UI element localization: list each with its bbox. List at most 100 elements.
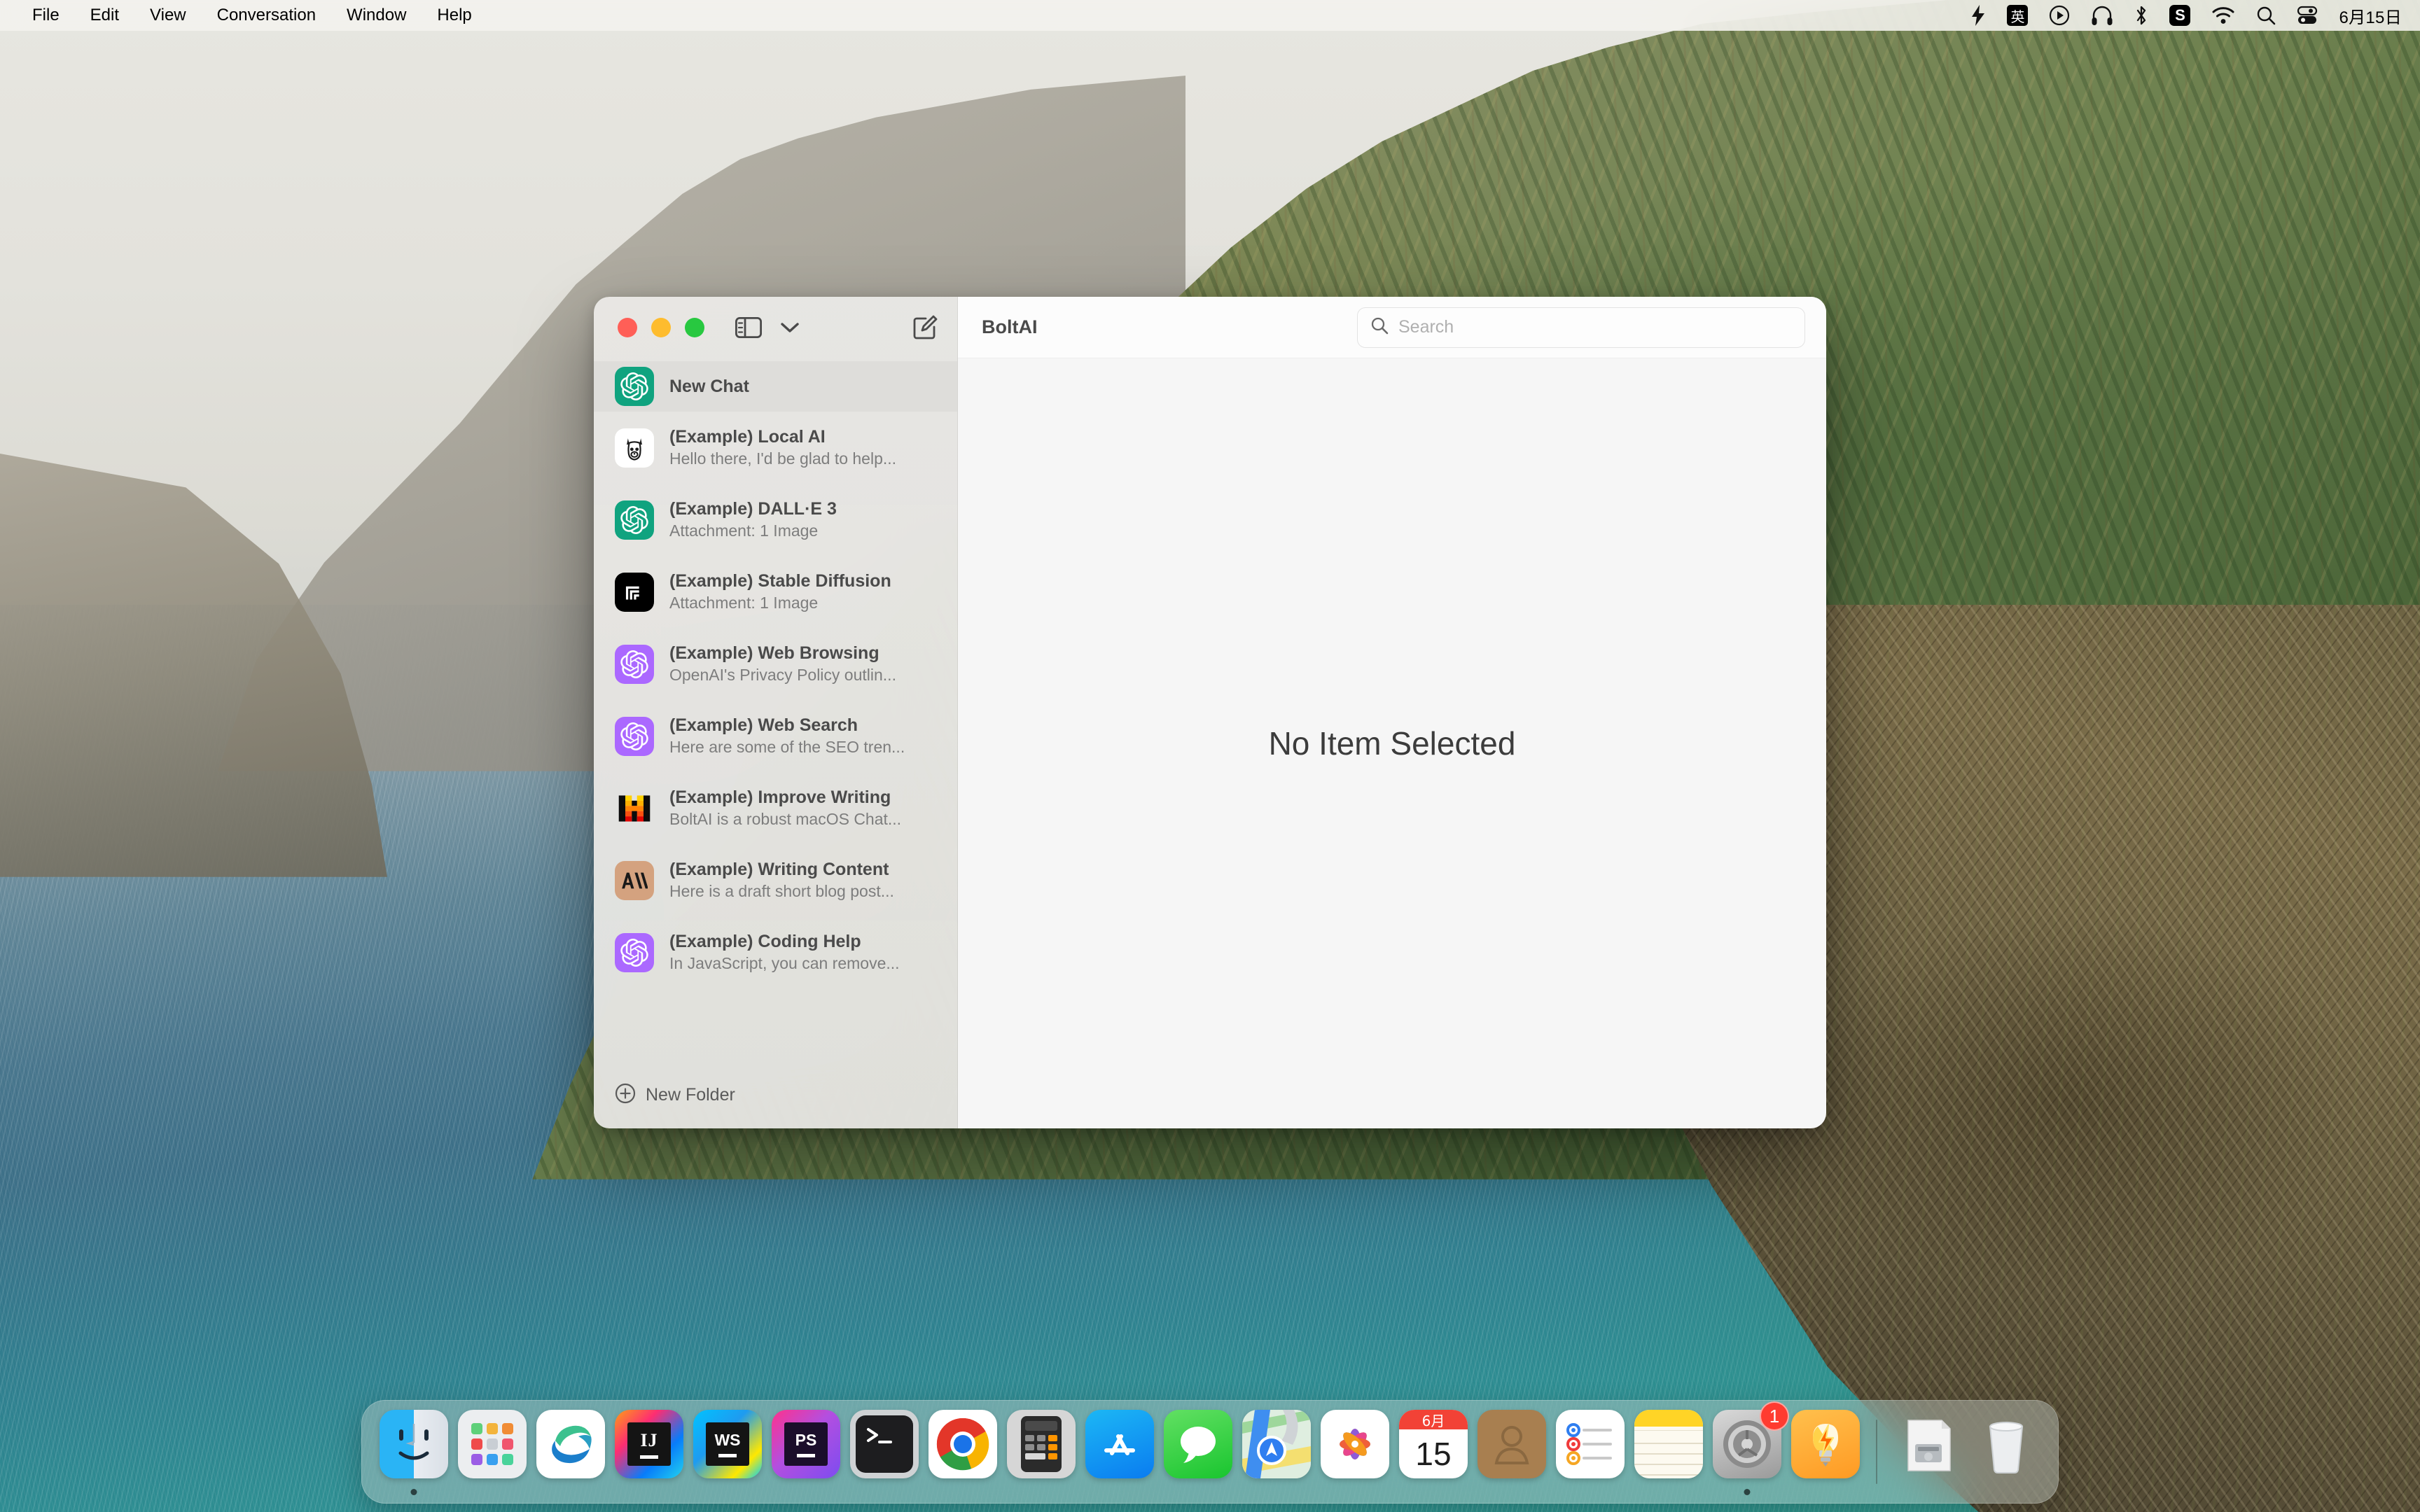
finder-icon [380, 1410, 448, 1478]
list-item[interactable]: (Example) DALL·E 3 Attachment: 1 Image [594, 484, 957, 556]
zoom-button[interactable] [685, 318, 704, 337]
dock-item-contacts[interactable] [1473, 1403, 1551, 1501]
bluetooth-icon[interactable] [2134, 5, 2148, 26]
webstorm-icon: WS [693, 1410, 762, 1478]
dock-item-chrome[interactable] [924, 1403, 1002, 1501]
list-item-subtitle: Here is a draft short blog post... [669, 882, 894, 900]
list-item-subtitle: OpenAI's Privacy Policy outlin... [669, 666, 896, 684]
dock-item-finder[interactable] [375, 1403, 453, 1501]
list-item-title: (Example) Web Browsing [669, 643, 879, 663]
dock-item-calendar[interactable]: 6月 15 [1394, 1403, 1473, 1501]
calendar-month: 6月 [1421, 1412, 1445, 1429]
dock-item-webstorm[interactable]: WS [688, 1403, 767, 1501]
list-item-title: New Chat [669, 376, 749, 396]
launchpad-icon [458, 1410, 527, 1478]
empty-state-message: No Item Selected [1268, 725, 1516, 762]
control-center-icon[interactable] [2297, 6, 2318, 25]
dock-item-downloads-stack[interactable] [1889, 1403, 1967, 1501]
dock-item-system-settings[interactable]: 1 [1708, 1401, 1789, 1501]
sidebar-toolbar [594, 297, 957, 358]
menu-window[interactable]: Window [331, 0, 422, 31]
sidebar-toggle-icon[interactable] [735, 317, 762, 338]
list-item-title: (Example) Writing Content [669, 860, 889, 879]
llama-icon [615, 428, 654, 468]
openai-icon [615, 500, 654, 540]
dock-item-launchpad[interactable] [453, 1403, 531, 1501]
page-title: BoltAI [982, 316, 1038, 337]
status-badge: 1 [1760, 1401, 1789, 1431]
dock-item-edge[interactable] [531, 1403, 610, 1501]
stability-icon [615, 572, 654, 612]
dock-item-app-store[interactable] [1080, 1403, 1159, 1501]
notes-icon [1634, 1410, 1703, 1478]
openai-icon [615, 644, 654, 684]
dock-item-terminal[interactable] [845, 1403, 924, 1501]
new-folder-button[interactable]: New Folder [594, 1061, 957, 1128]
dock-item-photos[interactable] [1316, 1403, 1394, 1501]
headphones-icon[interactable] [2091, 6, 2113, 25]
dock-item-calculator[interactable] [1002, 1403, 1080, 1501]
list-item-text: (Example) Improve Writing BoltAI is a ro… [669, 788, 901, 829]
dock-item-intellij-idea[interactable]: IJ [610, 1403, 688, 1501]
bolt-icon[interactable] [1970, 5, 1986, 26]
menu-bar-clock[interactable]: 6月15日 [2339, 4, 2402, 28]
compose-button[interactable] [912, 315, 938, 340]
list-item-title: (Example) Improve Writing [669, 788, 891, 807]
list-item-subtitle: Attachment: 1 Image [669, 594, 819, 612]
search-field[interactable]: Search [1357, 307, 1805, 348]
conversation-list: New Chat (Example) Local AI Hello there,… [594, 358, 957, 1061]
wifi-icon[interactable] [2211, 6, 2235, 24]
dock-item-maps[interactable] [1237, 1403, 1316, 1501]
menu-conversation[interactable]: Conversation [202, 0, 331, 31]
app-store-icon [1085, 1410, 1154, 1478]
dock-item-notes[interactable] [1629, 1403, 1708, 1501]
menu-edit[interactable]: Edit [75, 0, 134, 31]
content-header: BoltAI Search [958, 297, 1826, 358]
list-item[interactable]: (Example) Local AI Hello there, I'd be g… [594, 412, 957, 484]
list-item-subtitle: Here are some of the SEO tren... [669, 738, 905, 756]
list-item[interactable]: (Example) Writing Content Here is a draf… [594, 844, 957, 916]
dock-item-reminders[interactable] [1551, 1403, 1629, 1501]
reminders-icon [1556, 1410, 1625, 1478]
list-item-text: (Example) Web Browsing OpenAI's Privacy … [669, 643, 896, 685]
calendar-day: 15 [1415, 1436, 1452, 1472]
list-item-title: (Example) Local AI [669, 427, 826, 447]
menu-help[interactable]: Help [422, 0, 487, 31]
list-item-title: (Example) Stable Diffusion [669, 571, 891, 591]
chevron-down-icon[interactable] [780, 321, 800, 334]
snipaste-label: S [2169, 5, 2191, 26]
list-item[interactable]: New Chat [594, 361, 957, 412]
minimize-button[interactable] [651, 318, 671, 337]
list-item[interactable]: (Example) Improve Writing BoltAI is a ro… [594, 772, 957, 844]
boltai-icon [1791, 1410, 1860, 1478]
dock-item-phpstorm[interactable]: PS [767, 1403, 845, 1501]
list-item-subtitle: Attachment: 1 Image [669, 522, 819, 540]
close-button[interactable] [618, 318, 637, 337]
list-item-text: (Example) Writing Content Here is a draf… [669, 860, 894, 901]
snipaste-icon[interactable]: S [2169, 5, 2191, 26]
list-item-text: (Example) Stable Diffusion Attachment: 1… [669, 571, 891, 612]
list-item[interactable]: (Example) Stable Diffusion Attachment: 1… [594, 556, 957, 628]
menu-view[interactable]: View [134, 0, 202, 31]
anthropic-icon [615, 860, 654, 900]
search-icon [1370, 316, 1389, 338]
list-item[interactable]: (Example) Coding Help In JavaScript, you… [594, 916, 957, 988]
phpstorm-icon: PS [772, 1410, 840, 1478]
play-circle-icon[interactable] [2049, 5, 2070, 26]
sidebar: New Chat (Example) Local AI Hello there,… [594, 297, 958, 1128]
content-pane: BoltAI Search No Item Selected [958, 297, 1826, 1128]
photos-icon [1321, 1410, 1389, 1478]
input-method-icon[interactable]: 英 [2007, 5, 2029, 26]
menu-bar: File Edit View Conversation Window Help … [0, 0, 2420, 31]
menu-bar-items: File Edit View Conversation Window Help [0, 0, 487, 31]
search-icon[interactable] [2256, 6, 2276, 25]
list-item-title: (Example) Web Search [669, 715, 858, 735]
dock-item-messages[interactable] [1159, 1403, 1237, 1501]
dock-item-boltai[interactable] [1786, 1403, 1865, 1501]
list-item[interactable]: (Example) Web Search Here are some of th… [594, 700, 957, 772]
openai-icon [615, 367, 654, 406]
dock-item-trash[interactable] [1967, 1403, 2045, 1501]
menu-file[interactable]: File [17, 0, 75, 31]
list-item[interactable]: (Example) Web Browsing OpenAI's Privacy … [594, 628, 957, 700]
edge-icon [536, 1410, 605, 1478]
